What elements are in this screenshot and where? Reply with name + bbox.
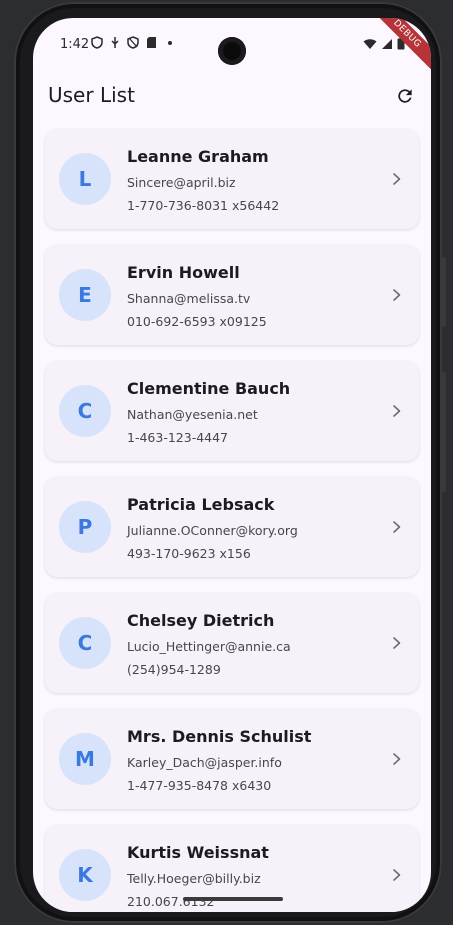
avatar-initial: K — [77, 863, 93, 887]
page-title: User List — [48, 83, 135, 107]
signal-icon — [382, 38, 392, 49]
status-system-icons — [363, 37, 405, 50]
user-name: Ervin Howell — [127, 263, 240, 282]
avatar: C — [59, 617, 111, 669]
user-card[interactable]: C Clementine Bauch Nathan@yesenia.net 1-… — [45, 361, 419, 461]
user-card[interactable]: C Chelsey Dietrich Lucio_Hettinger@annie… — [45, 593, 419, 693]
avatar-initial: L — [78, 167, 92, 191]
user-email: Julianne.OConner@kory.org — [127, 523, 298, 538]
avatar-initial: E — [78, 283, 92, 307]
status-notifications — [91, 36, 172, 49]
user-phone: 493-170-9623 x156 — [127, 546, 251, 561]
avatar-initial: M — [75, 747, 95, 771]
user-email: Nathan@yesenia.net — [127, 407, 258, 422]
user-email: Lucio_Hettinger@annie.ca — [127, 639, 291, 654]
user-phone: 010-692-6593 x09125 — [127, 314, 267, 329]
usb-icon — [111, 37, 119, 48]
avatar: L — [59, 153, 111, 205]
user-email: Sincere@april.biz — [127, 175, 236, 190]
refresh-icon — [398, 89, 412, 103]
volume-button — [442, 257, 446, 327]
user-email: Karley_Dach@jasper.info — [127, 755, 282, 770]
user-name: Kurtis Weissnat — [127, 843, 269, 862]
power-button — [442, 372, 446, 492]
user-list: L Leanne Graham Sincere@april.biz 1-770-… — [45, 129, 419, 912]
avatar-initial: C — [77, 399, 93, 423]
shield-icon — [91, 36, 103, 49]
user-name: Mrs. Dennis Schulist — [127, 727, 312, 746]
chevron-right-icon — [393, 753, 401, 765]
chevron-right-icon — [393, 521, 401, 533]
user-name: Clementine Bauch — [127, 379, 291, 398]
user-name: Leanne Graham — [127, 147, 269, 166]
refresh-button[interactable] — [391, 82, 419, 110]
user-phone: (254)954-1289 — [127, 662, 221, 677]
chevron-right-icon — [393, 173, 401, 185]
user-name: Patricia Lebsack — [127, 495, 275, 514]
home-indicator[interactable] — [183, 897, 283, 901]
user-email: Telly.Hoeger@billy.biz — [127, 871, 261, 886]
user-card[interactable]: M Mrs. Dennis Schulist Karley_Dach@jaspe… — [45, 709, 419, 809]
user-phone: 1-770-736-8031 x56442 — [127, 198, 280, 213]
user-card[interactable]: P Patricia Lebsack Julianne.OConner@kory… — [45, 477, 419, 577]
user-email: Shanna@melissa.tv — [127, 291, 251, 306]
front-camera — [218, 37, 246, 65]
sd-card-icon — [147, 37, 156, 48]
user-phone: 1-463-123-4447 — [127, 430, 229, 445]
status-time: 1:42 — [60, 37, 90, 52]
chevron-right-icon — [393, 637, 401, 649]
wifi-icon — [363, 38, 377, 49]
shield-off-icon — [127, 36, 139, 49]
avatar: M — [59, 733, 111, 785]
status-bar: 1:42 DEBUG — [33, 18, 431, 76]
more-notifications-dot — [168, 40, 172, 45]
avatar-initial: P — [77, 515, 93, 539]
user-card[interactable]: L Leanne Graham Sincere@april.biz 1-770-… — [45, 129, 419, 229]
avatar: C — [59, 385, 111, 437]
avatar: P — [59, 501, 111, 553]
chevron-right-icon — [393, 869, 401, 881]
screen: 1:42 DEBUG User List L Leanne Graham Sin… — [33, 18, 431, 912]
app-bar: User List — [33, 78, 431, 118]
avatar: K — [59, 849, 111, 901]
chevron-right-icon — [393, 289, 401, 301]
chevron-right-icon — [393, 405, 401, 417]
user-card[interactable]: E Ervin Howell Shanna@melissa.tv 010-692… — [45, 245, 419, 345]
user-name: Chelsey Dietrich — [127, 611, 275, 630]
user-phone: 1-477-935-8478 x6430 — [127, 778, 272, 793]
avatar-initial: C — [77, 631, 93, 655]
avatar: E — [59, 269, 111, 321]
